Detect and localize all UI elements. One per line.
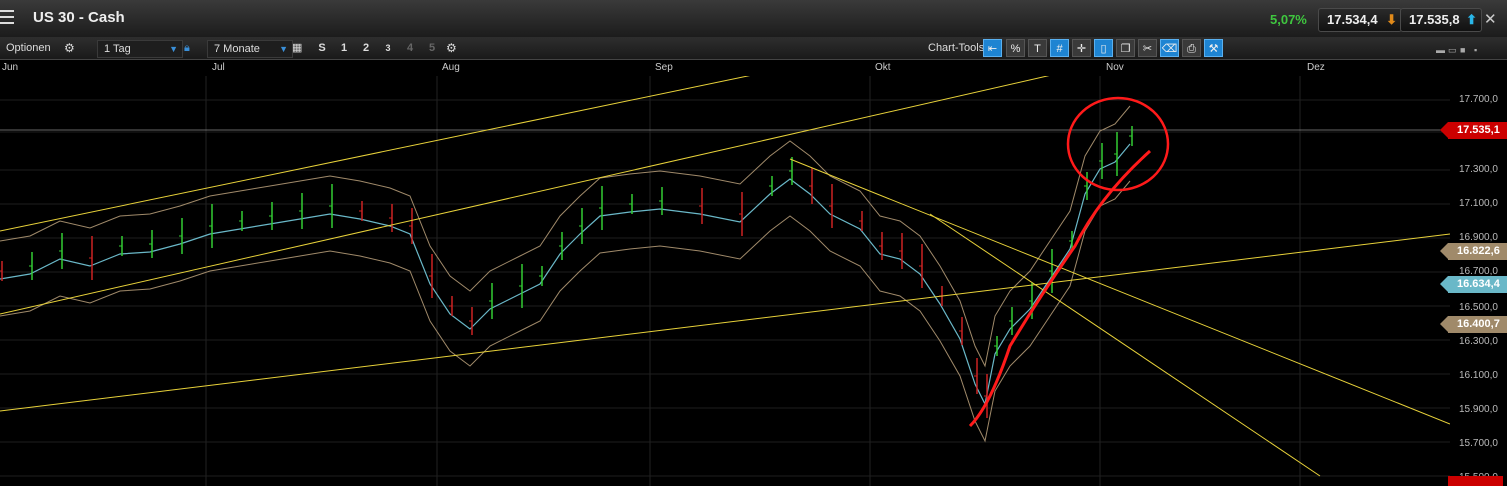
- trendline: [0, 76, 751, 232]
- interval-select[interactable]: 1 Tag ▼: [97, 40, 183, 58]
- axis-label: 16.900,0: [1459, 232, 1498, 243]
- chart-type-5[interactable]: 5: [424, 40, 440, 56]
- upper-band-label: 16.822,6: [1440, 243, 1507, 260]
- close-icon[interactable]: ✕: [1484, 10, 1497, 28]
- lock-icon[interactable]: 🔒︎: [184, 40, 190, 56]
- axis-label: 16.100,0: [1459, 370, 1498, 381]
- last-price-label: 17.535,1: [1440, 122, 1507, 139]
- chart-toolbar: Optionen ⚙ 1 Tag ▼ 🔒︎ 7 Monate ▼ ▦ S 1 2…: [0, 37, 1507, 60]
- trendline: [929, 213, 1321, 477]
- chart-tools-label: Chart-Tools: [928, 42, 985, 54]
- ask-value: 17.535,8: [1409, 12, 1460, 27]
- range-value: 7 Monate: [214, 43, 260, 55]
- lower-band-line: [0, 180, 1131, 443]
- ask-arrow-icon: ⬆: [1466, 12, 1477, 27]
- chart-type-3[interactable]: 3: [380, 40, 396, 56]
- instrument-title: US 30 - Cash: [33, 9, 125, 26]
- restore-icon[interactable]: ▭: [1448, 45, 1457, 56]
- interval-value: 1 Tag: [104, 43, 131, 55]
- axis-label: 17.100,0: [1459, 198, 1498, 209]
- chart-type-2[interactable]: 2: [358, 40, 374, 56]
- annotation-circle: [1066, 96, 1170, 192]
- range-select[interactable]: 7 Monate ▼: [207, 40, 293, 58]
- month-axis: Jun Jul Aug Sep Okt Nov Dez: [0, 60, 1450, 76]
- price-chart[interactable]: [0, 76, 1450, 486]
- chevron-down-icon: ▼: [279, 44, 288, 54]
- ask-quote[interactable]: 17.535,8 ⬆: [1400, 8, 1482, 32]
- month-label: Okt: [875, 62, 891, 73]
- print-icon[interactable]: ⎙: [1182, 39, 1201, 57]
- month-label: Jun: [2, 62, 19, 73]
- axis-label: 15.900,0: [1459, 404, 1498, 415]
- percent-icon[interactable]: %: [1006, 39, 1025, 57]
- grid-icon[interactable]: #: [1050, 39, 1069, 57]
- trendline: [789, 158, 1450, 425]
- gear-icon[interactable]: ⚙: [64, 40, 75, 56]
- settings-gear-icon[interactable]: ⚙: [446, 40, 457, 56]
- axis-label: 16.300,0: [1459, 336, 1498, 347]
- scissors-icon[interactable]: ✂: [1138, 39, 1157, 57]
- month-label: Jul: [212, 62, 225, 73]
- month-label: Aug: [442, 62, 460, 73]
- back-arrow-icon[interactable]: ⇤: [983, 39, 1002, 57]
- lower-band-label: 16.400,7: [1440, 316, 1507, 333]
- candle-icon[interactable]: ▯: [1094, 39, 1113, 57]
- axis-label: 16.500,0: [1459, 302, 1498, 313]
- month-label: Nov: [1106, 62, 1124, 73]
- bid-quote[interactable]: 17.534,4 ⬇: [1318, 8, 1402, 32]
- trendline: [0, 233, 1450, 412]
- window-size-icon[interactable]: ▪: [1474, 45, 1477, 55]
- axis-label: 15.700,0: [1459, 438, 1498, 449]
- crosshair-icon[interactable]: ✛: [1072, 39, 1091, 57]
- minimize-icon[interactable]: ▬: [1436, 45, 1445, 55]
- bid-value: 17.534,4: [1327, 12, 1378, 27]
- window-icon[interactable]: ❐: [1116, 39, 1135, 57]
- chart-type-s[interactable]: S: [314, 40, 330, 56]
- options-button[interactable]: Optionen: [6, 40, 51, 56]
- tag-icon[interactable]: ⌫: [1160, 39, 1179, 57]
- month-label: Sep: [655, 62, 673, 73]
- bottom-marker: [1448, 476, 1503, 486]
- tools-icon[interactable]: ⚒: [1204, 39, 1223, 57]
- axis-label: 17.300,0: [1459, 164, 1498, 175]
- menu-icon[interactable]: [0, 10, 14, 24]
- trendline: [0, 76, 1050, 315]
- maximize-icon[interactable]: ■: [1460, 45, 1465, 55]
- chart-type-4[interactable]: 4: [402, 40, 418, 56]
- moving-average-label: 16.634,4: [1440, 276, 1507, 293]
- change-percent: 5,07%: [1270, 12, 1307, 27]
- upper-band-line: [0, 105, 1131, 368]
- title-bar: US 30 - Cash 5,07% 17.534,4 ⬇ 17.535,8 ⬆…: [0, 0, 1507, 38]
- month-label: Dez: [1307, 62, 1325, 73]
- chart-type-1[interactable]: 1: [336, 40, 352, 56]
- chevron-down-icon: ▼: [169, 44, 178, 54]
- moving-average-line: [0, 143, 1131, 406]
- calendar-icon[interactable]: ▦: [292, 40, 302, 56]
- text-icon[interactable]: T: [1028, 39, 1047, 57]
- bid-arrow-icon: ⬇: [1386, 12, 1397, 27]
- axis-label: 17.700,0: [1459, 94, 1498, 105]
- annotation-trend-stroke: [968, 149, 1152, 428]
